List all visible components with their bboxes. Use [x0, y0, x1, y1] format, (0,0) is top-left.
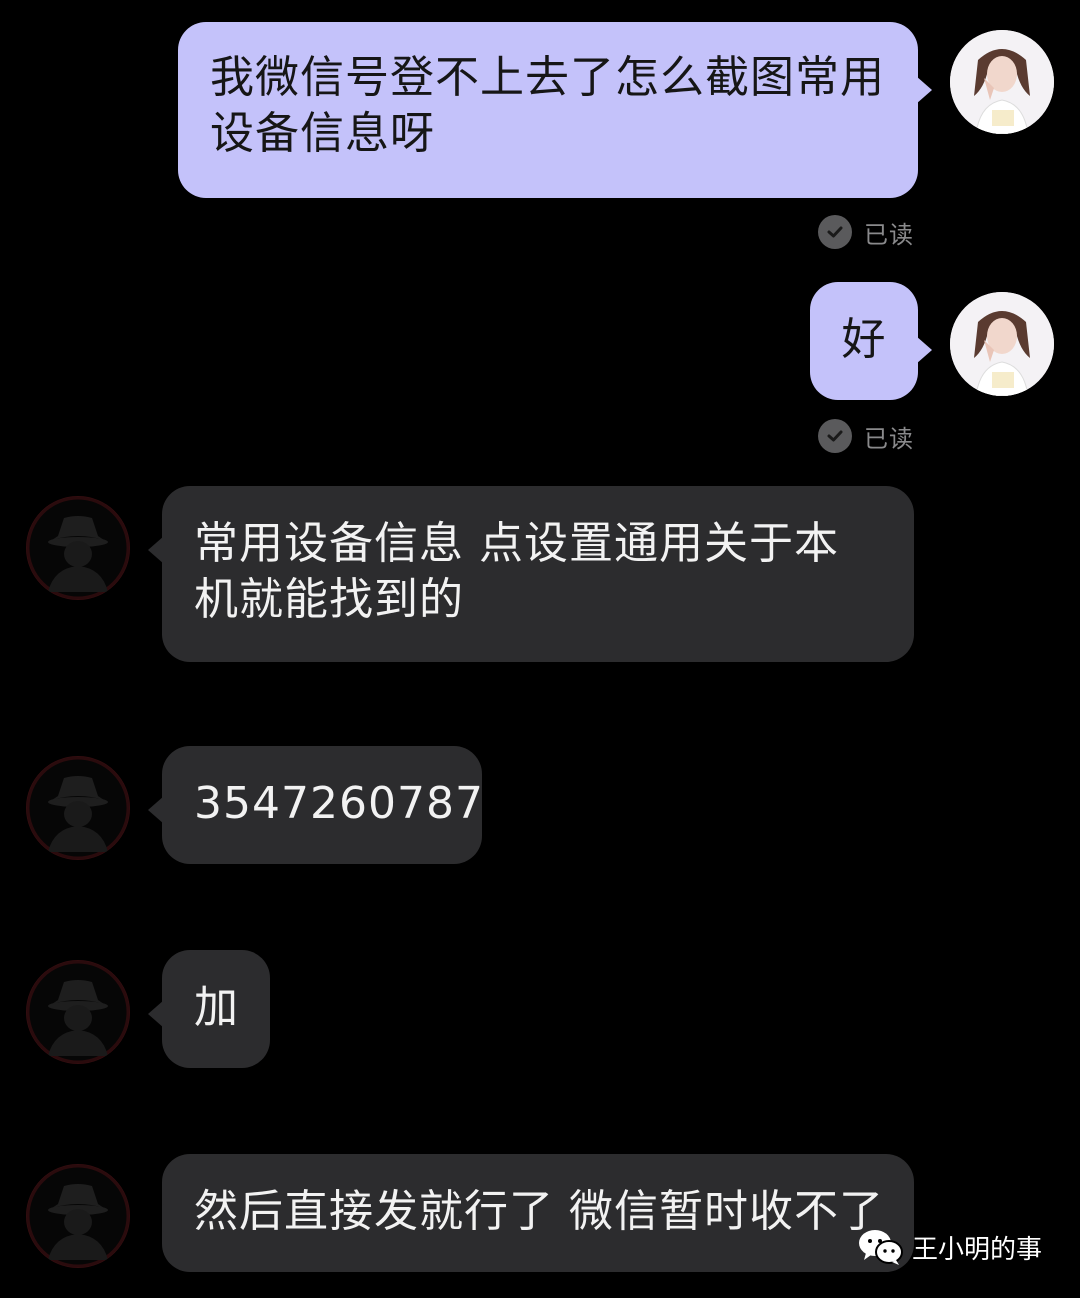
wechat-icon — [858, 1228, 904, 1266]
avatar[interactable] — [26, 960, 130, 1064]
avatar[interactable] — [950, 30, 1054, 134]
hat-silhouette-icon — [26, 960, 130, 1064]
avatar[interactable] — [26, 496, 130, 600]
message-bubble[interactable]: 然后直接发就行了 微信暂时收不了 — [162, 1154, 914, 1272]
check-circle-icon — [818, 215, 852, 249]
watermark: 王小明的事 — [858, 1228, 1042, 1266]
avatar[interactable] — [26, 756, 130, 860]
message-bubble[interactable]: 常用设备信息 点设置通用关于本机就能找到的 — [148, 486, 914, 662]
message-bubble[interactable]: 3547260787 — [148, 746, 484, 864]
girl-photo-avatar-icon — [950, 292, 1054, 396]
hat-silhouette-icon — [26, 1164, 130, 1268]
message-bubble[interactable]: 好 — [810, 282, 932, 400]
watermark-text: 王小明的事 — [912, 1234, 1043, 1265]
check-circle-icon — [818, 419, 852, 453]
girl-photo-avatar-icon — [950, 30, 1054, 134]
message-text: 然后直接发就行了 微信暂时收不了 — [194, 1186, 884, 1237]
avatar[interactable] — [950, 292, 1054, 396]
avatar[interactable] — [26, 1164, 130, 1268]
message-bubble[interactable]: 加 — [148, 950, 270, 1068]
message-text: 3547260787 — [194, 778, 484, 829]
read-status: 已读 — [818, 418, 914, 454]
message-text: 加 — [194, 982, 239, 1033]
read-status: 已读 — [818, 214, 914, 250]
hat-silhouette-icon — [26, 756, 130, 860]
message-text: 好 — [841, 314, 887, 365]
message-text: 常用设备信息 点设置通用关于本机就能找到的 — [194, 518, 839, 625]
message-text: 我微信号登不上去了怎么截图常用设备信息呀 — [210, 52, 885, 159]
read-label: 已读 — [864, 424, 914, 453]
hat-silhouette-icon — [26, 496, 130, 600]
message-bubble[interactable]: 我微信号登不上去了怎么截图常用设备信息呀 — [178, 22, 932, 198]
read-label: 已读 — [864, 220, 914, 249]
